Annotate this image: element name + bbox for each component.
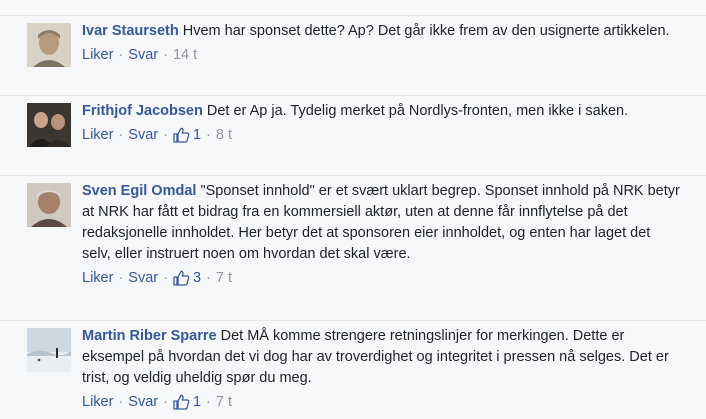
separator: · (118, 47, 124, 63)
separator: · (118, 394, 124, 410)
separator: · (163, 270, 168, 286)
comment-author[interactable]: Frithjof Jacobsen (82, 103, 203, 119)
comment-body: Martin Riber Sparre Det MÅ komme strenge… (82, 326, 682, 412)
thumbs-up-icon (173, 127, 190, 143)
comment-actions: Liker · Svar · 1 · 8 t (82, 125, 682, 145)
comment-author[interactable]: Ivar Staurseth (82, 23, 179, 39)
reply-link[interactable]: Svar (128, 392, 158, 412)
person-portrait-icon (27, 183, 71, 227)
like-count[interactable]: 1 (173, 125, 201, 145)
comment-actions: Liker · Svar · 3 · 7 t (82, 268, 682, 288)
comment-body: Frithjof Jacobsen Det er Ap ja. Tydelig … (82, 101, 682, 145)
like-link[interactable]: Liker (82, 392, 113, 412)
comment-author[interactable]: Sven Egil Omdal (82, 183, 196, 199)
two-people-portrait-icon (27, 103, 71, 147)
like-count[interactable]: 1 (173, 392, 201, 412)
separator: · (118, 127, 124, 143)
comment-text-block: Sven Egil Omdal "Sponset innhold" er et … (82, 181, 682, 265)
comment-item: Ivar Staurseth Hvem har sponset dette? A… (0, 15, 706, 96)
comment-text-block: Ivar Staurseth Hvem har sponset dette? A… (82, 21, 682, 42)
like-count-value: 3 (192, 270, 202, 286)
like-count[interactable]: 3 (173, 268, 201, 288)
comment-text: Hvem har sponset dette? Ap? Det går ikke… (182, 23, 670, 39)
comment-timestamp[interactable]: 7 t (216, 268, 232, 288)
like-link[interactable]: Liker (82, 125, 113, 145)
comment-text: Det er Ap ja. Tydelig merket på Nordlys-… (206, 103, 629, 119)
separator: · (206, 270, 211, 286)
comment-timestamp[interactable]: 7 t (216, 392, 232, 412)
separator: · (163, 127, 168, 143)
comment-actions: Liker · Svar · 14 t (82, 45, 682, 65)
like-link[interactable]: Liker (82, 45, 113, 65)
comment-actions: Liker · Svar · 1 · 7 t (82, 392, 682, 412)
landscape-photo-icon (27, 328, 71, 372)
like-count-value: 1 (192, 127, 202, 143)
comment-body: Ivar Staurseth Hvem har sponset dette? A… (82, 21, 682, 65)
reply-link[interactable]: Svar (128, 125, 158, 145)
avatar[interactable] (27, 23, 71, 67)
comment-text-block: Martin Riber Sparre Det MÅ komme strenge… (82, 326, 682, 389)
comment-item: Frithjof Jacobsen Det er Ap ja. Tydelig … (0, 95, 706, 176)
comment-item: Martin Riber Sparre Det MÅ komme strenge… (0, 320, 706, 419)
reply-link[interactable]: Svar (128, 268, 158, 288)
avatar[interactable] (27, 103, 71, 147)
avatar[interactable] (27, 328, 71, 372)
thumbs-up-icon (173, 270, 190, 286)
comment-text-block: Frithjof Jacobsen Det er Ap ja. Tydelig … (82, 101, 682, 122)
like-count-value: 1 (192, 394, 202, 410)
separator: · (118, 270, 124, 286)
separator: · (163, 47, 168, 63)
comment-item: Sven Egil Omdal "Sponset innhold" er et … (0, 175, 706, 321)
separator: · (206, 127, 211, 143)
comment-timestamp[interactable]: 14 t (173, 45, 197, 65)
comment-author[interactable]: Martin Riber Sparre (82, 328, 217, 344)
separator: · (163, 394, 168, 410)
person-portrait-icon (27, 23, 71, 67)
reply-link[interactable]: Svar (128, 45, 158, 65)
comment-timestamp[interactable]: 8 t (216, 125, 232, 145)
thumbs-up-icon (173, 394, 190, 410)
comment-thread: Ivar Staurseth Hvem har sponset dette? A… (0, 0, 706, 418)
comment-body: Sven Egil Omdal "Sponset innhold" er et … (82, 181, 682, 288)
like-link[interactable]: Liker (82, 268, 113, 288)
separator: · (206, 394, 211, 410)
avatar[interactable] (27, 183, 71, 227)
